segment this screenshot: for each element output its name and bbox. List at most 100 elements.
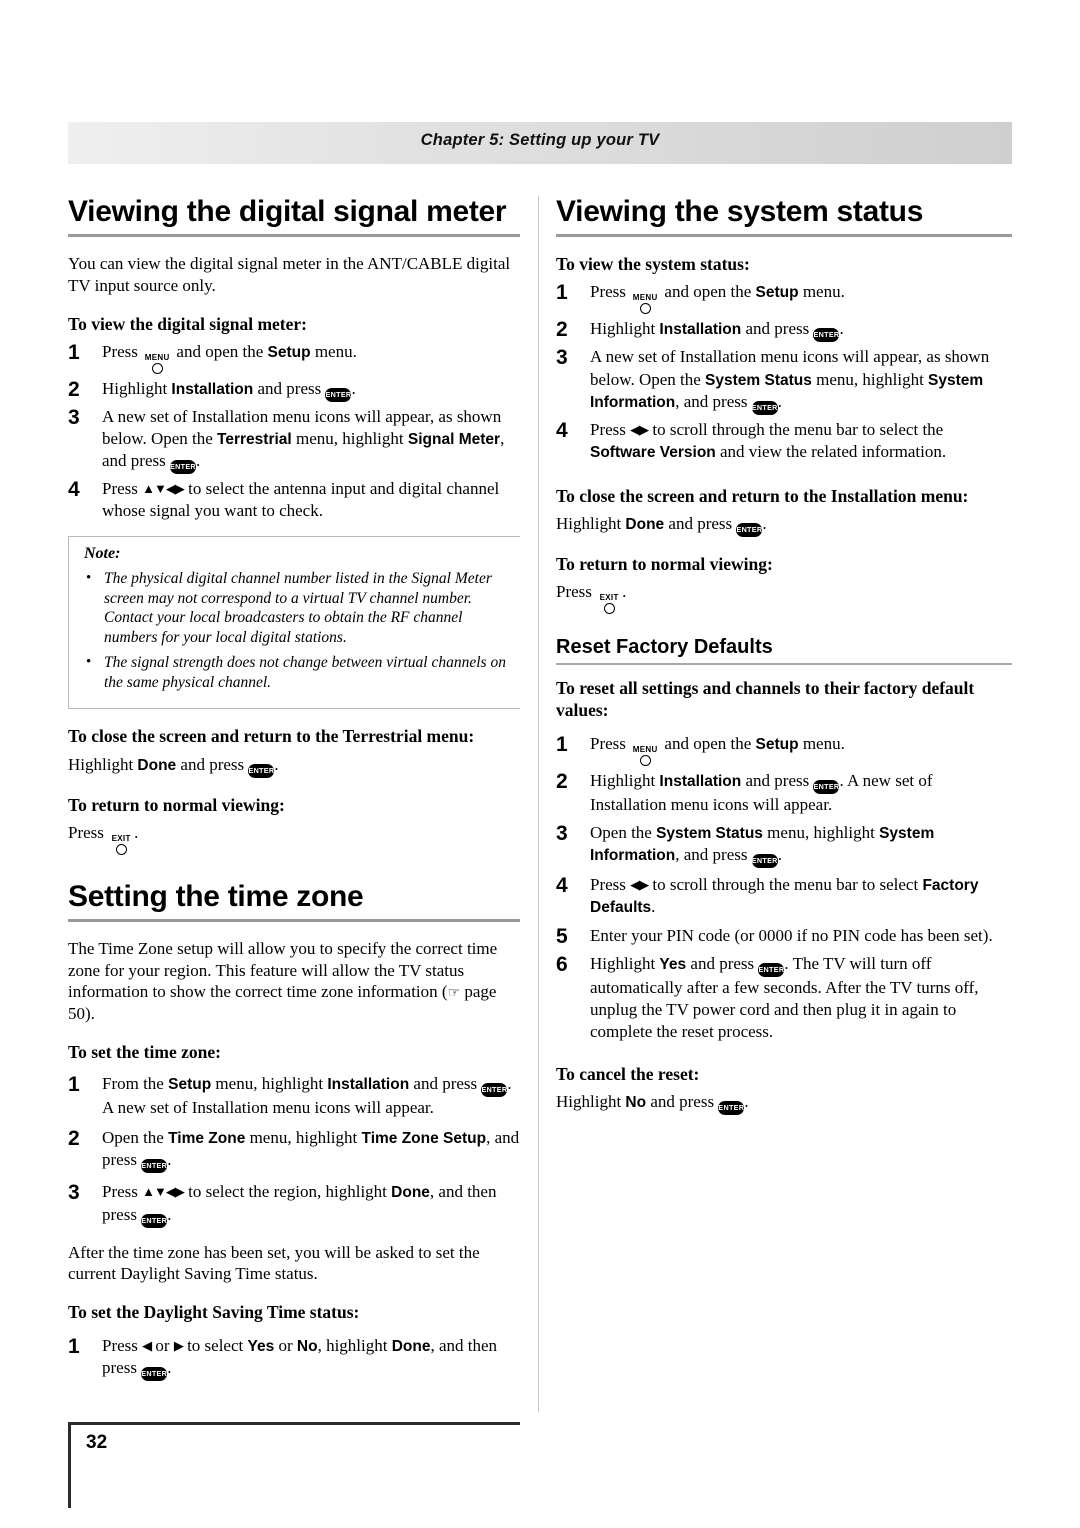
enter-key-icon: ENTER: [736, 522, 763, 537]
step-text: Press MENU and open the Setup menu.: [102, 342, 357, 374]
left-right-arrows-icon: ◀▶: [630, 421, 649, 437]
step-item: 1 Press MENU and open the Setup menu.: [556, 733, 1012, 767]
step-item: 4 Press ▲▼◀▶ to select the antenna input…: [68, 478, 520, 522]
note-title: Note:: [84, 545, 121, 563]
left-arrow-icon: ◀: [142, 1338, 152, 1354]
step-number: 3: [68, 405, 80, 429]
note-item: • The physical digital channel number lis…: [82, 569, 510, 647]
step-text: Press ▲▼◀▶ to select the antenna input a…: [102, 479, 500, 521]
intro-paragraph: You can view the digital signal meter in…: [68, 254, 511, 296]
heading-viewing-digital-signal-meter: Viewing the digital signal meter: [68, 195, 507, 228]
left-right-arrows-icon: ◀▶: [630, 877, 649, 893]
step-number: 2: [556, 770, 568, 794]
enter-key-icon: ENTER: [481, 1083, 508, 1098]
enter-key-icon: ENTER: [751, 854, 778, 869]
step-text: Highlight Installation and press ENTER. …: [590, 771, 933, 815]
step-item: 3 A new set of Installation menu icons w…: [556, 346, 1012, 415]
heading-rule: [556, 663, 1012, 665]
heading-rule: [68, 234, 520, 238]
enter-key-icon: ENTER: [169, 460, 196, 475]
enter-key-icon: ENTER: [751, 400, 778, 415]
steps-view-signal-meter: 1 Press MENU and open the Setup menu. 2 …: [68, 341, 520, 522]
step-text: Press MENU and open the Setup menu.: [590, 282, 845, 315]
step-text: Press ◀ or ▶ to select Yes or No, highli…: [102, 1336, 497, 1382]
dpad-arrows-icon: ▲▼◀▶: [142, 481, 185, 497]
column-divider: [538, 196, 539, 1412]
menu-key-icon: MENU: [142, 353, 172, 374]
right-column: Viewing the system status To view the sy…: [556, 195, 1012, 1125]
exit-key-icon: EXIT: [108, 834, 134, 855]
subheading-set-time-zone: To set the time zone:: [68, 1042, 221, 1063]
step-number: 6: [556, 952, 568, 976]
step-item: 2 Open the Time Zone menu, highlight Tim…: [68, 1127, 520, 1174]
cancel-instruction: Highlight No and press ENTER.: [556, 1091, 1012, 1116]
step-number: 1: [68, 340, 80, 364]
step-item: 2 Highlight Installation and press ENTER…: [556, 318, 1012, 343]
page-number: 32: [86, 1432, 108, 1453]
enter-key-icon: ENTER: [813, 780, 840, 795]
step-number: 2: [68, 377, 80, 401]
chapter-title: Chapter 5: Setting up your TV: [420, 131, 660, 149]
step-text: Highlight Installation and press ENTER.: [590, 319, 844, 343]
step-item: 3 Press ▲▼◀▶ to select the region, highl…: [68, 1181, 520, 1228]
step-item: 4 Press ◀▶ to scroll through the menu ba…: [556, 874, 1012, 918]
step-number: 2: [556, 318, 568, 342]
close-instruction: Highlight Done and press ENTER.: [556, 513, 1012, 537]
step-item: 4 Press ◀▶ to scroll through the menu ba…: [556, 419, 1012, 463]
heading-rule: [556, 234, 1012, 238]
enter-key-icon: ENTER: [141, 1213, 168, 1228]
step-item: 6 Highlight Yes and press ENTER. The TV …: [556, 953, 1012, 1043]
page: Chapter 5: Setting up your TV Viewing th…: [0, 0, 1080, 1528]
heading-rule: [68, 918, 520, 922]
step-text: Press ◀▶ to scroll through the menu bar …: [590, 875, 979, 917]
after-time-zone-paragraph: After the time zone has been set, you wi…: [68, 1242, 480, 1284]
subheading-reset-all-settings: To reset all settings and channels to th…: [556, 678, 975, 721]
step-text: Highlight Installation and press ENTER.: [102, 379, 356, 402]
left-column: Viewing the digital signal meter You can…: [68, 195, 520, 1385]
steps-reset-factory-defaults: 1 Press MENU and open the Setup menu. 2 …: [556, 733, 1012, 1043]
note-text: The signal strength does not change betw…: [104, 654, 506, 691]
return-instruction: Press EXIT.: [556, 581, 1012, 614]
enter-key-icon: ENTER: [141, 1367, 168, 1382]
subheading-close-terrestrial: To close the screen and return to the Te…: [68, 726, 475, 747]
step-text: Press ▲▼◀▶ to select the region, highlig…: [102, 1182, 496, 1228]
enter-key-icon: ENTER: [758, 962, 785, 977]
note-item: • The signal strength does not change bet…: [82, 653, 510, 692]
step-number: 4: [556, 874, 568, 898]
time-zone-intro: The Time Zone setup will allow you to sp…: [68, 938, 520, 1025]
subheading-close-installation: To close the screen and return to the In…: [556, 485, 969, 506]
step-item: 3 A new set of Installation menu icons w…: [68, 405, 520, 475]
exit-key-icon: EXIT: [596, 594, 622, 614]
step-number: 4: [68, 478, 80, 502]
step-item: 2 Highlight Installation and press ENTER…: [556, 770, 1012, 816]
enter-key-icon: ENTER: [325, 387, 352, 402]
note-block: Note: • The physical digital channel numb…: [68, 536, 520, 710]
subheading-to-view-signal-meter: To view the digital signal meter:: [68, 313, 307, 334]
steps-set-time-zone: 1 From the Setup menu, highlight Install…: [68, 1073, 520, 1228]
chapter-header: Chapter 5: Setting up your TV: [68, 122, 1012, 164]
step-item: 5 Enter your PIN code (or 0000 if no PIN…: [556, 925, 1012, 948]
step-number: 3: [556, 822, 568, 846]
step-number: 1: [68, 1335, 80, 1359]
enter-key-icon: ENTER: [141, 1159, 168, 1174]
step-number: 3: [556, 346, 568, 370]
step-number: 4: [556, 418, 568, 442]
step-number: 1: [556, 281, 568, 305]
time-zone-intro-text: The Time Zone setup will allow you to sp…: [68, 938, 498, 1002]
step-text: A new set of Installation menu icons wil…: [590, 347, 989, 415]
step-item: 1 Press MENU and open the Setup menu.: [68, 341, 520, 374]
step-item: 1 Press MENU and open the Setup menu.: [556, 281, 1012, 315]
step-number: 1: [556, 733, 568, 757]
footer-rule: [68, 1422, 520, 1425]
step-text: Press MENU and open the Setup menu.: [590, 734, 845, 767]
step-text: Press ◀▶ to scroll through the menu bar …: [590, 419, 947, 461]
steps-view-system-status: 1 Press MENU and open the Setup menu. 2 …: [556, 281, 1012, 462]
enter-key-icon: ENTER: [718, 1101, 745, 1116]
step-number: 3: [68, 1181, 80, 1205]
step-number: 1: [68, 1073, 80, 1097]
step-text: A new set of Installation menu icons wil…: [102, 407, 504, 475]
page-footer: 32: [68, 1422, 520, 1508]
menu-key-icon: MENU: [630, 746, 660, 767]
close-instruction: Highlight Done and press ENTER.: [68, 754, 520, 778]
step-text: Open the Time Zone menu, highlight Time …: [102, 1128, 519, 1174]
